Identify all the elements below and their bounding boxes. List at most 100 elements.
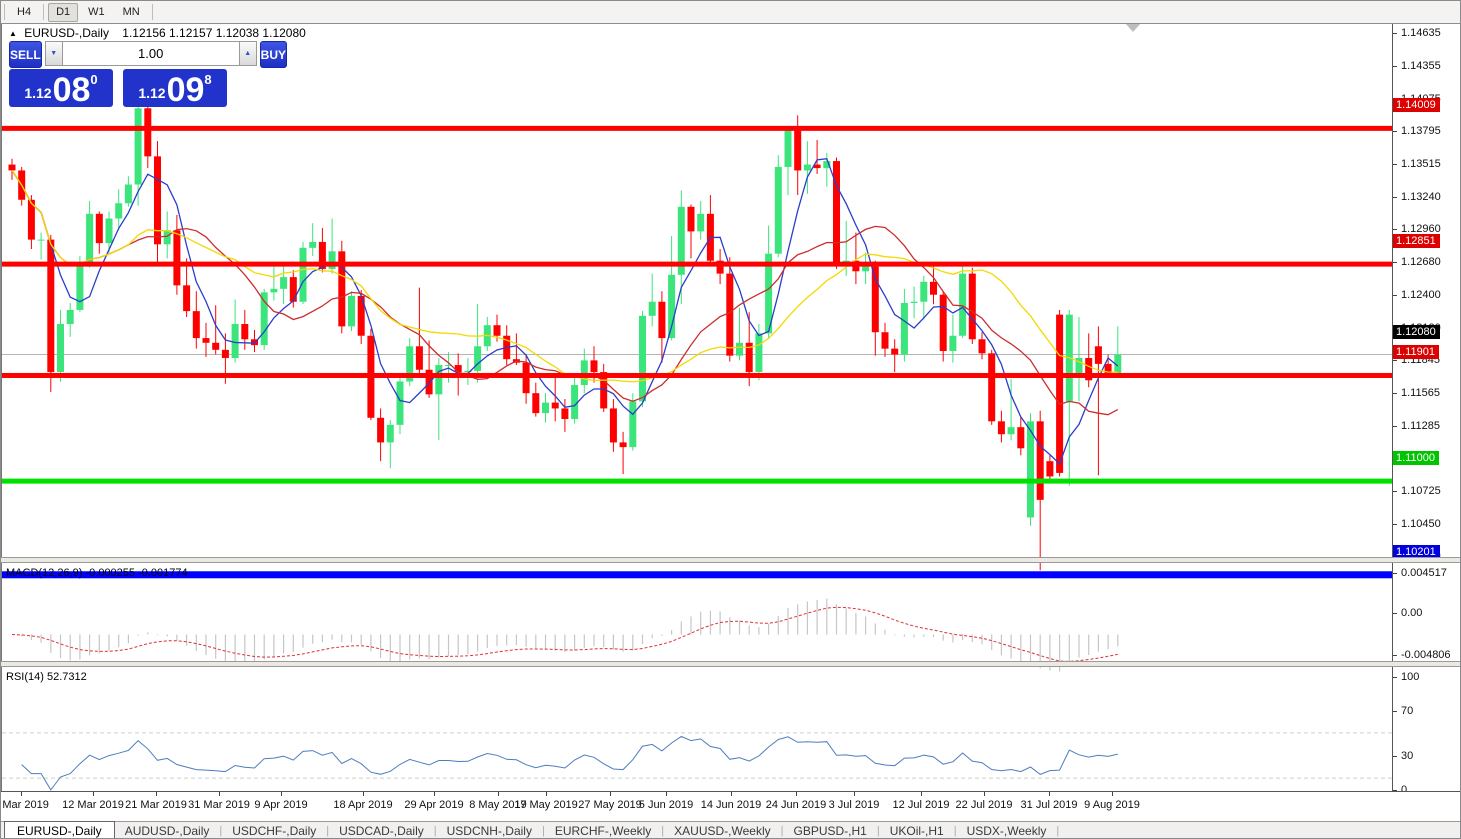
chart-area[interactable] bbox=[1, 23, 1392, 821]
timeframe-button-w1[interactable]: W1 bbox=[80, 3, 113, 22]
candle-body bbox=[76, 263, 83, 310]
sell-price-big: 08 bbox=[53, 75, 91, 105]
horizontal-level-line[interactable] bbox=[2, 373, 1393, 378]
axis-tick-mark bbox=[1393, 711, 1397, 712]
rsi-tick-label: 30 bbox=[1401, 750, 1413, 762]
candle-body bbox=[1056, 315, 1063, 473]
candle-body bbox=[494, 325, 501, 336]
collapse-arrow-icon[interactable]: ▲ bbox=[9, 29, 17, 38]
candle-body bbox=[416, 346, 423, 369]
timeframe-button-mn[interactable]: MN bbox=[115, 3, 148, 22]
sell-button[interactable]: SELL bbox=[9, 41, 42, 68]
time-tick-label: 22 Jul 2019 bbox=[956, 799, 1013, 811]
buy-button[interactable]: BUY bbox=[260, 41, 287, 68]
panel-splitter[interactable] bbox=[1, 557, 1461, 563]
axis-tick-mark bbox=[1393, 33, 1397, 34]
candle-body bbox=[96, 214, 103, 243]
panel-splitter[interactable] bbox=[1, 661, 1461, 667]
candle-body bbox=[949, 336, 956, 351]
horizontal-level-line[interactable] bbox=[2, 126, 1393, 131]
candle-body bbox=[144, 108, 151, 156]
level-price-badge: 1.11000 bbox=[1393, 451, 1439, 465]
time-tick-mark bbox=[219, 792, 220, 796]
price-tick-label: 1.14355 bbox=[1401, 60, 1441, 72]
axis-tick-mark bbox=[1393, 66, 1397, 67]
time-tick-label: 21 Mar 2019 bbox=[125, 799, 187, 811]
symbol-period-label: EURUSD-,Daily bbox=[24, 26, 109, 40]
time-tick-label: 12 Jul 2019 bbox=[893, 799, 950, 811]
chart-tab-audusd-daily[interactable]: AUDUSD-,Daily bbox=[115, 824, 220, 838]
time-tick-label: 29 Apr 2019 bbox=[404, 799, 463, 811]
chart-tab-usdx-weekly[interactable]: USDX-,Weekly bbox=[957, 824, 1057, 838]
time-tick-label: 31 Jul 2019 bbox=[1021, 799, 1078, 811]
horizontal-level-line[interactable] bbox=[2, 262, 1393, 267]
candle-body bbox=[290, 277, 297, 302]
time-tick-mark bbox=[546, 792, 547, 796]
candle-body bbox=[300, 248, 307, 302]
candle-body bbox=[270, 289, 277, 293]
candle-body bbox=[377, 418, 384, 443]
candle-body bbox=[1017, 427, 1024, 448]
buy-price-box[interactable]: 1.12 09 8 bbox=[123, 69, 227, 107]
chart-tab-ukoil-h1[interactable]: UKOil-,H1 bbox=[880, 824, 954, 838]
sell-price-sup: 0 bbox=[90, 72, 97, 87]
candle-body bbox=[882, 332, 889, 348]
price-tick-label: 1.13795 bbox=[1401, 125, 1441, 137]
current-price-badge: 1.12080 bbox=[1393, 325, 1440, 339]
time-tick-label: 12 Mar 2019 bbox=[62, 799, 124, 811]
candle-body bbox=[397, 381, 404, 424]
candle-body bbox=[173, 230, 180, 285]
volume-increase-button[interactable]: ▲ bbox=[239, 41, 257, 66]
price-tick-label: 1.14635 bbox=[1401, 27, 1441, 39]
chart-tab-eurusd-daily[interactable]: EURUSD-,Daily bbox=[4, 821, 115, 839]
candle-body bbox=[639, 316, 646, 402]
candle-body bbox=[1095, 346, 1102, 364]
time-tick-label: 9 Aug 2019 bbox=[1084, 799, 1140, 811]
chart-tab-usdcad-daily[interactable]: USDCAD-,Daily bbox=[329, 824, 434, 838]
timeframe-button-d1[interactable]: D1 bbox=[48, 3, 78, 22]
macd-label: MACD(12,26,9) -0.000255 -0.001774 bbox=[6, 567, 188, 579]
sell-price-box[interactable]: 1.12 08 0 bbox=[9, 69, 113, 107]
main-price-chart[interactable] bbox=[2, 46, 1393, 579]
candle-body bbox=[67, 310, 74, 324]
price-tick-label: 1.10725 bbox=[1401, 485, 1441, 497]
candle-body bbox=[115, 203, 122, 218]
candle-body bbox=[552, 403, 559, 409]
horizontal-level-line[interactable] bbox=[2, 479, 1393, 484]
chart-tab-eurchf-weekly[interactable]: EURCHF-,Weekly bbox=[545, 824, 661, 838]
chart-tab-usdcnh-daily[interactable]: USDCNH-,Daily bbox=[437, 824, 542, 838]
macd-subwindow[interactable] bbox=[2, 585, 1393, 683]
candle-body bbox=[241, 324, 248, 339]
candle-body bbox=[581, 360, 588, 385]
chart-tab-gbpusd-h1[interactable]: GBPUSD-,H1 bbox=[783, 824, 876, 838]
rsi-tick-label: 100 bbox=[1401, 671, 1419, 683]
candle-body bbox=[164, 230, 171, 244]
candle-body bbox=[1008, 427, 1015, 434]
horizontal-level-line[interactable] bbox=[2, 571, 1393, 578]
candle-body bbox=[455, 365, 462, 372]
level-price-badge: 1.12851 bbox=[1393, 234, 1440, 248]
volume-decrease-button[interactable]: ▼ bbox=[45, 41, 63, 66]
candle-body bbox=[959, 274, 966, 336]
axis-tick-mark bbox=[1393, 262, 1397, 263]
candle-body bbox=[969, 274, 976, 340]
time-tick-mark bbox=[363, 792, 364, 796]
toolbar-separator bbox=[152, 4, 153, 20]
chart-tab-xauusd-weekly[interactable]: XAUUSD-,Weekly bbox=[664, 824, 780, 838]
candle-body bbox=[872, 267, 879, 333]
candle-body bbox=[57, 324, 64, 372]
price-tick-label: 1.11285 bbox=[1401, 420, 1440, 432]
rsi-label: RSI(14) 52.7312 bbox=[6, 671, 87, 683]
one-click-trading-panel: SELL ▼ ▲ BUY 1.12 08 0 1.12 09 8 bbox=[9, 41, 227, 107]
candle-body bbox=[9, 165, 16, 171]
candle-body bbox=[911, 302, 918, 303]
chart-tab-usdchf-daily[interactable]: USDCHF-,Daily bbox=[222, 824, 326, 838]
macd-tick-label: 0.00 bbox=[1401, 607, 1422, 619]
timeframe-button-h4[interactable]: H4 bbox=[9, 3, 39, 22]
macd-signal-line bbox=[12, 607, 1118, 661]
candle-body bbox=[891, 349, 898, 355]
volume-input[interactable] bbox=[63, 41, 239, 66]
time-tick-label: 31 Mar 2019 bbox=[188, 799, 250, 811]
chevron-down-icon: ▼ bbox=[50, 50, 57, 57]
chart-shift-marker-icon[interactable] bbox=[1125, 23, 1141, 32]
